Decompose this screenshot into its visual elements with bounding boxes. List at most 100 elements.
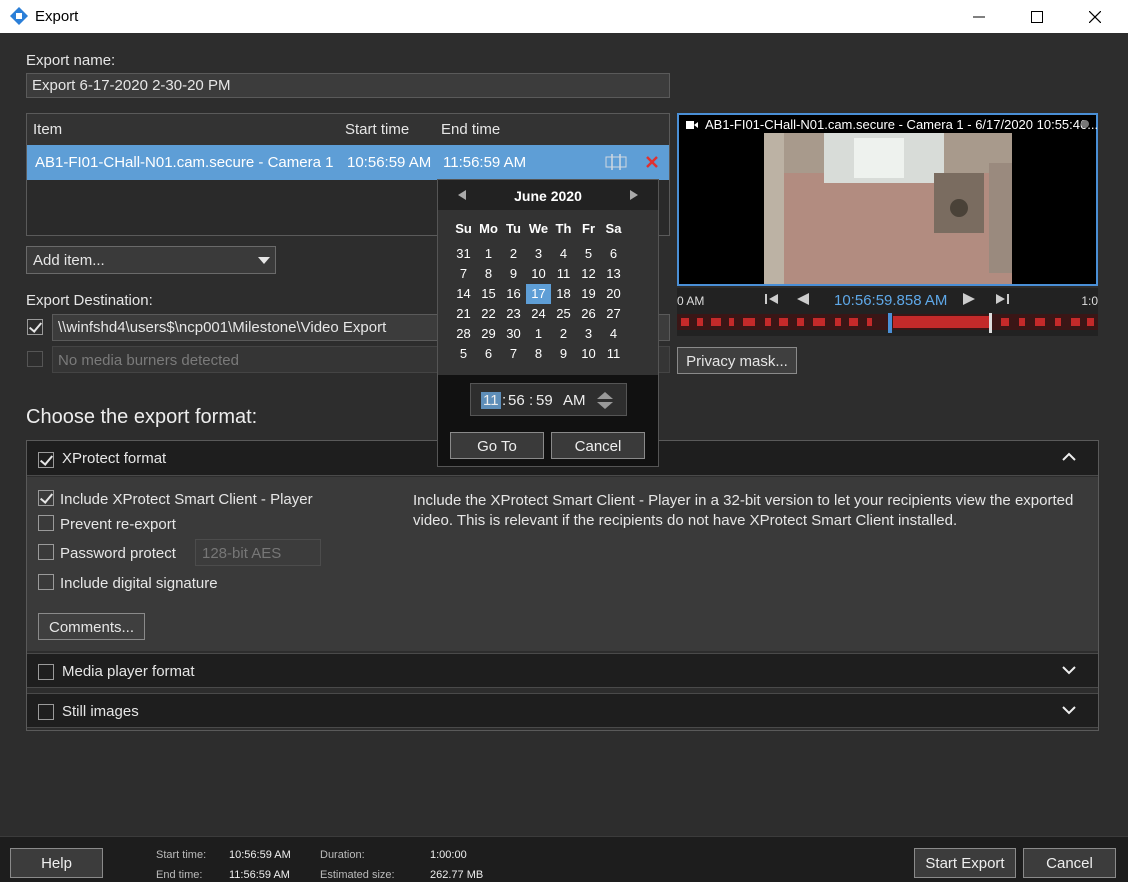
still-images-checkbox[interactable] [38, 704, 54, 720]
calendar-day[interactable]: 2 [551, 324, 576, 344]
row-end-time[interactable]: 11:56:59 AM [443, 154, 526, 171]
help-button[interactable]: Help [10, 848, 103, 878]
media-player-format-header[interactable]: Media player format [27, 653, 1098, 688]
remove-item-icon[interactable] [646, 156, 658, 168]
column-header-item[interactable]: Item [33, 121, 62, 138]
calendar-day[interactable]: 5 [576, 244, 601, 264]
digital-signature-checkbox[interactable] [38, 574, 54, 590]
destination-checkbox[interactable] [27, 319, 43, 335]
calendar-day[interactable]: 16 [501, 284, 526, 304]
calendar-day[interactable]: 8 [526, 344, 551, 364]
calendar-day[interactable]: 8 [476, 264, 501, 284]
previous-frame-icon[interactable] [765, 293, 779, 305]
calendar-day[interactable]: 14 [451, 284, 476, 304]
spin-up-down-icon[interactable] [597, 392, 613, 409]
calendar-day[interactable]: 1 [526, 324, 551, 344]
next-frame-icon[interactable] [995, 293, 1009, 305]
prevent-reexport-checkbox[interactable] [38, 515, 54, 531]
time-spinner[interactable]: 11 : 56 : 59 AM [470, 383, 627, 416]
calendar-day[interactable]: 9 [501, 264, 526, 284]
calendar-day[interactable]: 19 [576, 284, 601, 304]
play-forward-icon[interactable] [962, 293, 976, 305]
second-field[interactable]: 59 [536, 392, 553, 409]
calendar-day[interactable]: 24 [526, 304, 551, 324]
calendar-day[interactable]: 7 [451, 264, 476, 284]
calendar-day[interactable]: 31 [451, 244, 476, 264]
calendar-day[interactable]: 6 [476, 344, 501, 364]
calendar-day[interactable]: 11 [551, 264, 576, 284]
calendar-day[interactable]: 27 [601, 304, 626, 324]
password-protect-checkbox[interactable] [38, 544, 54, 560]
calendar-day[interactable]: 17 [526, 284, 551, 304]
media-player-format-checkbox[interactable] [38, 664, 54, 680]
xprotect-format-checkbox[interactable] [38, 452, 54, 468]
hour-field[interactable]: 11 [481, 392, 501, 409]
calendar-day[interactable]: 2 [501, 244, 526, 264]
calendar-day[interactable]: 13 [601, 264, 626, 284]
chevron-down-icon[interactable] [1062, 665, 1076, 675]
calendar-day[interactable]: 25 [551, 304, 576, 324]
calendar-day[interactable]: 3 [526, 244, 551, 264]
ampm-field[interactable]: AM [563, 392, 586, 409]
calendar-day[interactable]: 4 [601, 324, 626, 344]
table-row[interactable]: AB1-FI01-CHall-N01.cam.secure - Camera 1… [27, 145, 669, 180]
time-separator: : [502, 392, 507, 409]
row-start-time[interactable]: 10:56:59 AM [347, 154, 431, 171]
calendar-day[interactable]: 12 [576, 264, 601, 284]
calendar-day[interactable]: 18 [551, 284, 576, 304]
comments-button[interactable]: Comments... [38, 613, 145, 640]
minimize-button[interactable] [950, 0, 1008, 33]
play-reverse-icon[interactable] [796, 293, 810, 305]
timeline-bar[interactable]: 0 AM 10:56:59.858 AM 1:0 [677, 288, 1098, 336]
footer-end-time-label: End time: [156, 869, 203, 881]
chevron-up-icon[interactable] [1062, 452, 1076, 462]
recording-timeline[interactable] [677, 312, 1098, 334]
calendar-day[interactable]: 1 [476, 244, 501, 264]
calendar-day[interactable]: 11 [601, 344, 626, 364]
add-item-dropdown[interactable]: Add item... [26, 246, 276, 274]
calendar-day[interactable]: 15 [476, 284, 501, 304]
calendar-day[interactable]: 30 [501, 324, 526, 344]
calendar-day[interactable]: 29 [476, 324, 501, 344]
include-player-checkbox[interactable] [38, 490, 54, 506]
include-player-label[interactable]: Include XProtect Smart Client - Player [60, 491, 313, 508]
timeline-left-time: 0 AM [677, 294, 705, 308]
chevron-down-icon[interactable] [1062, 705, 1076, 715]
password-protect-label[interactable]: Password protect [60, 545, 176, 562]
calendar-day[interactable]: 28 [451, 324, 476, 344]
close-button[interactable] [1066, 0, 1124, 33]
calendar-day[interactable]: 9 [551, 344, 576, 364]
footer-size-label: Estimated size: [320, 869, 395, 881]
calendar-day[interactable]: 10 [526, 264, 551, 284]
calendar-day[interactable]: 26 [576, 304, 601, 324]
next-month-icon[interactable] [630, 190, 638, 200]
calendar-cancel-button[interactable]: Cancel [551, 432, 645, 459]
adjust-interval-icon[interactable] [605, 153, 627, 171]
calendar-day[interactable]: 3 [576, 324, 601, 344]
privacy-mask-button[interactable]: Privacy mask... [677, 347, 797, 374]
digital-signature-label[interactable]: Include digital signature [60, 575, 218, 592]
column-header-start-time[interactable]: Start time [345, 121, 409, 138]
calendar-day[interactable]: 20 [601, 284, 626, 304]
calendar-day[interactable]: 4 [551, 244, 576, 264]
minute-field[interactable]: 56 [508, 392, 525, 409]
still-images-header[interactable]: Still images [27, 693, 1098, 728]
go-to-button[interactable]: Go To [450, 432, 544, 459]
video-preview[interactable]: AB1-FI01-CHall-N01.cam.secure - Camera 1… [677, 113, 1098, 286]
export-name-input[interactable]: Export 6-17-2020 2-30-20 PM [26, 73, 670, 98]
calendar-day[interactable]: 23 [501, 304, 526, 324]
calendar-day[interactable]: 21 [451, 304, 476, 324]
cancel-button[interactable]: Cancel [1023, 848, 1116, 878]
calendar-day[interactable]: 22 [476, 304, 501, 324]
prevent-reexport-label[interactable]: Prevent re-export [60, 516, 176, 533]
maximize-button[interactable] [1008, 0, 1066, 33]
calendar-day[interactable]: 6 [601, 244, 626, 264]
start-export-button[interactable]: Start Export [914, 848, 1016, 878]
xprotect-format-description: Include the XProtect Smart Client - Play… [413, 492, 1074, 529]
calendar-day[interactable]: 7 [501, 344, 526, 364]
chevron-down-icon [258, 257, 270, 264]
export-name-label: Export name: [26, 52, 116, 69]
calendar-day[interactable]: 10 [576, 344, 601, 364]
column-header-end-time[interactable]: End time [441, 121, 500, 138]
calendar-day[interactable]: 5 [451, 344, 476, 364]
